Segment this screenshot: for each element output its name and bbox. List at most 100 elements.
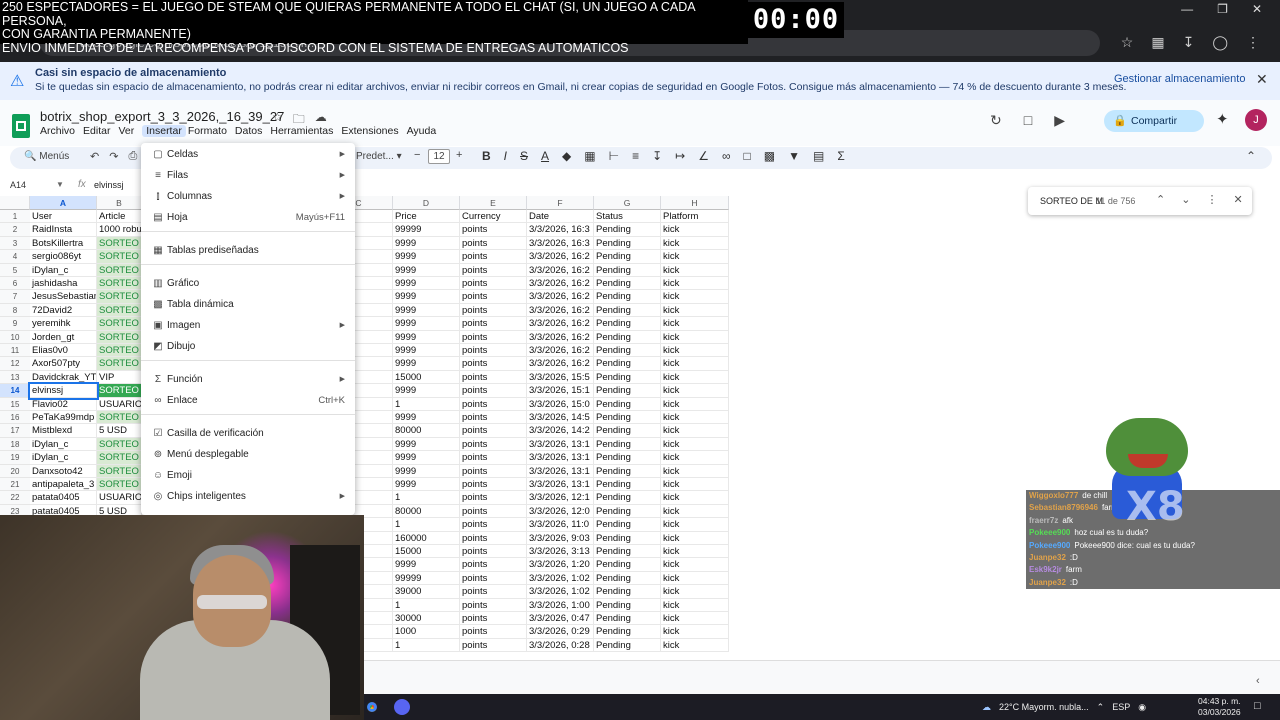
font-size-input[interactable]: 12 [428,149,450,164]
document-title[interactable]: botrix_shop_export_3_3_2026,_16_39_27 [40,109,284,124]
meet-icon[interactable]: ▶ [1054,112,1065,129]
table-cell[interactable]: 3/3/2026, 16:2 [527,317,594,331]
menu-item-funci-n[interactable]: Σ Función ▶ [141,369,355,390]
table-cell[interactable]: points [460,303,527,318]
table-cell[interactable]: Axor507pty [30,357,97,371]
table-cell[interactable]: 39000 [393,585,460,599]
table-cell[interactable]: 3/3/2026, 13:1 [527,464,594,478]
row-number[interactable]: 9 [0,317,30,331]
table-cell[interactable]: 5 USD [97,424,142,438]
table-cell[interactable]: points [460,437,527,452]
table-cell[interactable]: 9999 [393,411,460,425]
table-cell[interactable]: points [460,491,527,505]
menu-ayuda[interactable]: Ayuda [407,125,443,137]
table-cell[interactable]: points [460,598,527,612]
table-cell[interactable]: SORTEO D [97,464,142,478]
taskbar-clock[interactable]: 04:43 p. m. 03/03/2026 [1198,696,1241,718]
find-input[interactable]: SORTEO DE M [1040,196,1103,206]
table-cell[interactable]: kick [661,290,729,304]
close-icon[interactable]: ✕ [1256,71,1268,88]
table-cell[interactable]: points [460,504,527,519]
table-cell[interactable]: 9999 [393,478,460,492]
table-cell[interactable]: SORTEO D [97,317,142,331]
table-cell[interactable]: points [460,263,527,277]
table-cell[interactable]: USUARIO [97,397,142,411]
table-cell[interactable]: points [460,424,527,438]
history-icon[interactable]: ↻ [990,112,1002,129]
functions-icon[interactable]: Σ [837,149,844,163]
table-cell[interactable]: kick [661,303,729,318]
column-header-f[interactable]: F [527,196,594,210]
menu-ver[interactable]: Ver [118,125,140,137]
table-cell[interactable]: kick [661,518,729,532]
table-cell[interactable]: Pending [594,290,661,304]
table-cell[interactable]: kick [661,317,729,331]
weather-text[interactable]: 22°C Mayorm. nubla... [999,694,1089,720]
select-all-corner[interactable] [0,196,30,210]
header-cell[interactable]: Platform [661,210,729,224]
table-cell[interactable]: Pending [594,384,661,398]
table-cell[interactable]: Pending [594,411,661,425]
table-cell[interactable]: 1 [393,518,460,532]
chat-username[interactable]: Wiggoxlo777 [1029,491,1078,500]
table-cell[interactable]: points [460,357,527,371]
menu-herramientas[interactable]: Herramientas [270,125,339,137]
close-find-icon[interactable]: ✕ [1233,193,1242,206]
wifi-icon[interactable]: ◉ [1138,694,1146,720]
row-number[interactable]: 19 [0,451,30,465]
table-cell[interactable]: Jorden_gt [30,330,97,344]
table-cell[interactable]: kick [661,451,729,465]
table-cell[interactable]: antipapaleta_3 [30,478,97,492]
table-cell[interactable]: kick [661,504,729,519]
comment-toolbar-icon[interactable]: □ [744,149,751,163]
header-cell[interactable]: Status [594,210,661,224]
table-cell[interactable]: points [460,545,527,559]
table-cell[interactable]: points [460,317,527,331]
table-cell[interactable]: 9999 [393,357,460,371]
table-cell[interactable]: kick [661,223,729,237]
chat-username[interactable]: Juanpe32 [1029,553,1066,562]
chevron-up-icon[interactable]: ⌃ [1156,193,1165,206]
table-cell[interactable]: 3/3/2026, 15:1 [527,384,594,398]
table-cell[interactable]: iDylan_c [30,437,97,452]
language-indicator[interactable]: ESP [1112,694,1130,720]
text-color-icon[interactable]: A [541,149,549,163]
chrome-icon[interactable] [364,699,380,715]
table-cell[interactable]: RaidInsta [30,223,97,237]
table-cell[interactable]: Pending [594,437,661,452]
table-cell[interactable]: kick [661,263,729,277]
menu-extensiones[interactable]: Extensiones [341,125,404,137]
table-cell[interactable]: points [460,478,527,492]
table-cell[interactable]: points [460,330,527,344]
table-cell[interactable]: JesusSebastian [30,290,97,304]
row-number[interactable]: 15 [0,397,30,411]
menu-item-dibujo[interactable]: ◩ Dibujo [141,336,355,357]
table-cell[interactable]: 1 [393,491,460,505]
table-cell[interactable]: kick [661,464,729,478]
minimize-icon[interactable]: — [1181,2,1193,16]
table-cell[interactable]: 99999 [393,571,460,586]
decrease-size-icon[interactable]: − [414,149,420,161]
strikethrough-icon[interactable]: S [520,149,528,163]
table-cell[interactable]: 3/3/2026, 3:13 [527,545,594,559]
wrap-icon[interactable]: ↦ [675,149,685,163]
table-cell[interactable]: Pending [594,344,661,358]
table-cell[interactable]: points [460,344,527,358]
menu-item-celdas[interactable]: ▢ Celdas ▶ [141,144,355,165]
row-number[interactable]: 21 [0,478,30,492]
table-cell[interactable]: points [460,223,527,237]
valign-icon[interactable]: ↧ [652,149,662,163]
restore-icon[interactable]: ❐ [1217,2,1228,16]
gemini-sparkle-icon[interactable]: ✦ [1216,110,1229,128]
table-cell[interactable]: points [460,411,527,425]
menu-item-tabla-din-mica[interactable]: ▩ Tabla dinámica [141,294,355,315]
table-cell[interactable]: kick [661,558,729,572]
table-cell[interactable]: kick [661,612,729,626]
chevron-left-icon[interactable]: ‹ [1256,675,1260,687]
table-cell[interactable]: 9999 [393,303,460,318]
print-icon[interactable]: ⎙ [128,150,137,163]
table-cell[interactable]: points [460,625,527,639]
table-cell[interactable]: points [460,250,527,264]
table-cell[interactable]: SORTEO D [97,236,142,251]
table-cell[interactable]: kick [661,277,729,291]
